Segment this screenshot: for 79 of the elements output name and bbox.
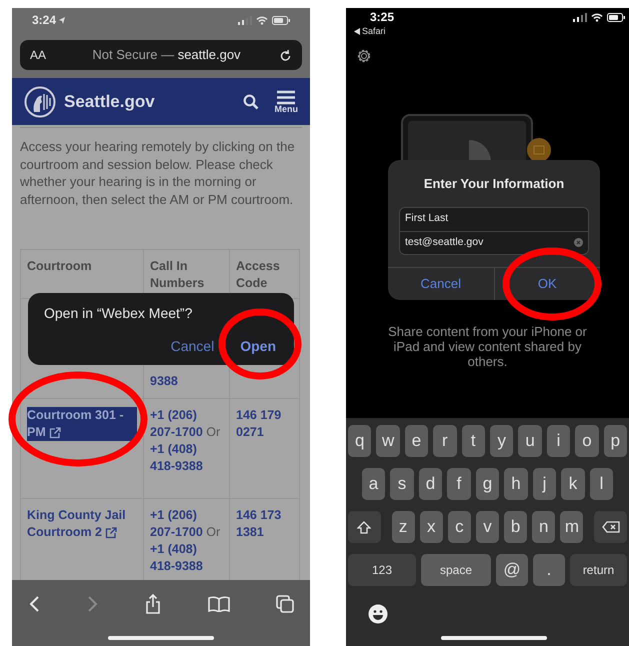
keyboard-key[interactable]: t [462,425,485,457]
keyboard-key[interactable]: @ [496,554,528,586]
keyboard-key[interactable]: o [575,425,599,457]
phone-numbers: +1 (206) 207-1700 Or +1 (408) 418-9388 [150,507,222,575]
keyboard-key[interactable]: d [418,468,442,500]
keyboard-key[interactable]: h [504,468,528,500]
dialog-button[interactable]: Cancel [388,268,494,300]
keyboard-key[interactable]: f [447,468,471,500]
wifi-icon [591,13,603,22]
url-text: Not Secure — seattle.gov [91,46,242,64]
keyboard-key[interactable]: x [420,511,443,543]
keyboard-key[interactable]: n [532,511,556,543]
book-icon[interactable] [208,596,230,612]
keyboard-key[interactable]: s [390,468,414,500]
back-triangle-icon [354,28,360,36]
wifi-icon [256,16,268,24]
keyboard-key[interactable]: m [560,511,584,543]
phone-numbers: +1 (206) 207-1700 Or +1 (408) 418-9388 [150,407,222,475]
keyboard-key[interactable]: l [590,468,614,500]
share-icon[interactable] [145,594,161,614]
status-time: 3:24 [32,12,56,29]
phone-numbers: 9388 [150,373,178,390]
access-code: 146 173 1381 [236,507,282,541]
site-title[interactable]: Seattle.gov [64,88,242,114]
keyboard-key[interactable]: k [561,468,585,500]
keyboard-key[interactable]: space [421,554,491,586]
settings-icon[interactable] [356,48,372,64]
keyboard-key[interactable]: . [533,554,565,586]
text-size-button[interactable]: AA [30,46,54,64]
keyboard-key[interactable]: w [376,425,400,457]
dialog-title: Enter Your Information [422,175,566,193]
keyboard-key[interactable] [348,511,380,543]
dialog-button[interactable]: Open [240,336,276,357]
text-field[interactable]: First Last [400,208,588,230]
keyboard-key[interactable]: b [504,511,528,543]
search-icon[interactable] [242,94,258,110]
text-field[interactable]: test@seattle.gov [400,230,588,254]
battery-icon [272,16,290,24]
signal-icon [238,16,252,24]
keyboard-key[interactable]: r [433,425,457,457]
keyboard-key[interactable]: p [604,425,628,457]
back-to-app-link[interactable]: Safari [354,25,394,38]
external-link-icon [49,426,62,439]
intro-paragraph: Access your hearing remotely by clicking on the courtroom and session below. Please check whether your hearing is in the morning or afternoon, then select the AM or PM courtroom. [20,138,296,208]
address-bar[interactable]: AA Not Secure — seattle.gov [20,40,302,70]
location-arrow-icon [58,16,66,24]
menu-button[interactable]: Menu [274,90,298,114]
emoji-icon[interactable] [368,604,388,624]
keyboard-key[interactable]: q [348,425,372,457]
keyboard-key[interactable]: v [476,511,500,543]
dialog-message: Open in “Webex Meet”? [44,304,194,323]
shift-icon [357,520,372,534]
caption-text: Share content from your iPhone or iPad and view content shared by others. [387,324,588,369]
keyboard-key[interactable]: y [490,425,514,457]
reload-icon[interactable] [279,48,292,62]
backspace-icon [602,521,620,533]
clear-icon[interactable] [574,238,583,247]
status-time: 3:25 [370,10,394,25]
keyboard-key[interactable]: a [362,468,386,500]
signal-icon [573,13,587,22]
access-code: 146 179 0271 [236,407,282,441]
keyboard-key[interactable]: 123 [348,554,416,586]
courtroom-link[interactable]: King County Jail Courtroom 2 [27,507,137,541]
keyboard-key[interactable]: z [392,511,415,543]
external-link-icon [105,526,118,539]
city-seal-logo-icon [24,86,56,118]
tabs-icon[interactable] [276,595,294,613]
keyboard-key[interactable]: e [404,425,428,457]
dialog-button[interactable]: OK [494,268,600,300]
keyboard-key[interactable]: i [546,425,570,457]
battery-icon [607,13,625,22]
keyboard-key[interactable]: u [518,425,542,457]
keyboard-key[interactable]: c [448,511,471,543]
keyboard-key[interactable]: g [476,468,500,500]
dialog-button[interactable]: Cancel [170,336,214,357]
keyboard-key[interactable] [594,511,627,543]
keyboard-key[interactable]: return [570,554,627,586]
keyboard-key[interactable]: j [532,468,556,500]
courtroom-link[interactable]: Courtroom 301 - PM [27,407,137,441]
